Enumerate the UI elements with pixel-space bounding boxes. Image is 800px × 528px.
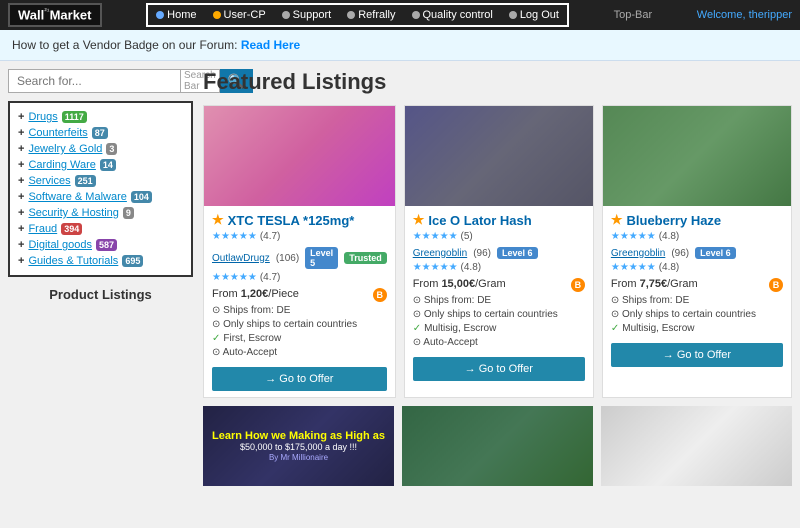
card-bud: ★ Blueberry Haze ★★★★★ (4.8) Greengoblin… <box>602 105 792 398</box>
detail-auto-xtc: ⊙ Auto-Accept <box>212 347 387 358</box>
card-xtc: ★ XTC TESLA *125mg* ★★★★★ (4.7) OutlawDr… <box>203 105 396 398</box>
go-button-hash[interactable]: → Go to Offer <box>413 357 585 381</box>
category-guides[interactable]: + Guides & Tutorials 695 <box>18 253 183 269</box>
detail-ships-bud: ⊙ Ships from: DE <box>611 295 783 306</box>
star-icon: ★ <box>611 212 623 228</box>
category-box: + Drugs 1117 + Counterfeits 87 + Jewelry… <box>8 101 193 277</box>
card-body-bud: ★ Blueberry Haze ★★★★★ (4.8) Greengoblin… <box>603 206 791 397</box>
top-bar: Wall²¹Market Home User-CP Support Refral… <box>0 0 800 30</box>
nav-quality[interactable]: Quality control <box>404 5 501 25</box>
bottom-card-white <box>601 406 792 486</box>
card-hash: ★ Ice O Lator Hash ★★★★★ (5) Greengoblin… <box>404 105 594 398</box>
bottom-card-green <box>402 406 593 486</box>
bottom-image-row: Learn How we Making as High as $50,000 t… <box>203 406 792 486</box>
detail-auto-hash: ⊙ Auto-Accept <box>413 337 585 348</box>
content: Featured Listings ★ XTC TESLA *125mg* ★★… <box>203 69 792 486</box>
nav-home[interactable]: Home <box>148 5 204 25</box>
star-icon: ★ <box>413 212 425 228</box>
go-button-xtc[interactable]: → Go to Offer <box>212 367 387 391</box>
card-body-xtc: ★ XTC TESLA *125mg* ★★★★★ (4.7) OutlawDr… <box>204 206 395 397</box>
card-image-bud <box>603 106 791 206</box>
search-bar: Search Bar 🔍 <box>8 69 193 93</box>
price-row-xtc: From 1,20€/Piece B <box>212 288 387 302</box>
username: theripper <box>749 9 792 21</box>
escrow-icon-hash: B <box>571 278 585 292</box>
detail-ships-hash: ⊙ Ships from: DE <box>413 295 585 306</box>
seller-stars-hash: ★★★★★ (4.8) <box>413 262 585 273</box>
banner-link[interactable]: Read Here <box>241 38 300 52</box>
detail-escrow-bud: ✓ Multisig, Escrow <box>611 323 783 334</box>
card-title-bud: ★ Blueberry Haze <box>611 212 783 228</box>
detail-ships2-bud: ⊙ Only ships to certain countries <box>611 309 783 320</box>
detail-ships-xtc: ⊙ Ships from: DE <box>212 305 387 316</box>
escrow-icon-bud: B <box>769 278 783 292</box>
stars-row-hash: ★★★★★ (5) <box>413 231 585 242</box>
detail-ships2-xtc: ⊙ Only ships to certain countries <box>212 319 387 330</box>
go-button-bud[interactable]: → Go to Offer <box>611 343 783 367</box>
escrow-icon-xtc: B <box>373 288 387 302</box>
price-row-hash: From 15,00€/Gram B <box>413 278 585 292</box>
nav-support[interactable]: Support <box>274 5 340 25</box>
nav-logout[interactable]: Log Out <box>501 5 567 25</box>
nav-links: Home User-CP Support Refrally Quality co… <box>146 3 569 27</box>
price-row-bud: From 7,75€/Gram B <box>611 278 783 292</box>
stars-row-bud: ★★★★★ (4.8) <box>611 231 783 242</box>
card-image-hash <box>405 106 593 206</box>
banner: How to get a Vendor Badge on our Forum: … <box>0 30 800 61</box>
detail-escrow-xtc: ✓ First, Escrow <box>212 333 387 344</box>
category-fraud[interactable]: + Fraud 394 <box>18 221 183 237</box>
logout-icon <box>509 11 517 19</box>
seller-link-bud[interactable]: Greengoblin <box>611 248 665 259</box>
user-icon <box>213 11 221 19</box>
nav-user-cp[interactable]: User-CP <box>205 5 274 25</box>
trusted-badge-xtc: Trusted <box>344 252 387 264</box>
welcome-text: Welcome, theripper <box>697 9 792 21</box>
card-title-hash: ★ Ice O Lator Hash <box>413 212 585 228</box>
category-counterfeits[interactable]: + Counterfeits 87 <box>18 125 183 141</box>
product-listings-title: Product Listings <box>8 287 193 302</box>
seller-link-xtc[interactable]: OutlawDrugz <box>212 253 270 264</box>
featured-cards-row: ★ XTC TESLA *125mg* ★★★★★ (4.7) OutlawDr… <box>203 105 792 398</box>
category-software[interactable]: + Software & Malware 104 <box>18 189 183 205</box>
card-image-xtc <box>204 106 395 206</box>
category-security[interactable]: + Security & Hosting 9 <box>18 205 183 221</box>
category-digital[interactable]: + Digital goods 587 <box>18 237 183 253</box>
home-icon <box>156 11 164 19</box>
nav-refrally[interactable]: Refrally <box>339 5 403 25</box>
seller-link-hash[interactable]: Greengoblin <box>413 248 467 259</box>
category-services[interactable]: + Services 251 <box>18 173 183 189</box>
sidebar: Search Bar 🔍 + Drugs 1117 + Counterfeits… <box>8 69 193 486</box>
star-icon: ★ <box>212 212 224 228</box>
category-jewelry[interactable]: + Jewelry & Gold 3 <box>18 141 183 157</box>
seller-row-hash: Greengoblin (96) Level 6 <box>413 247 585 259</box>
seller-stars-xtc: ★★★★★ (4.7) <box>212 272 387 283</box>
quality-icon <box>412 11 420 19</box>
logo: Wall²¹Market <box>8 3 102 26</box>
level-badge-bud: Level 6 <box>695 247 736 259</box>
category-carding[interactable]: + Carding Ware 14 <box>18 157 183 173</box>
seller-row-bud: Greengoblin (96) Level 6 <box>611 247 783 259</box>
search-input[interactable] <box>8 69 181 93</box>
stars-row-xtc: ★★★★★ (4.7) <box>212 231 387 242</box>
refrally-icon <box>347 11 355 19</box>
category-drugs[interactable]: + Drugs 1117 <box>18 109 183 125</box>
seller-stars-bud: ★★★★★ (4.8) <box>611 262 783 273</box>
detail-escrow-hash: ✓ Multisig, Escrow <box>413 323 585 334</box>
main-layout: Search Bar 🔍 + Drugs 1117 + Counterfeits… <box>0 61 800 494</box>
support-icon <box>282 11 290 19</box>
featured-title: Featured Listings <box>203 69 792 95</box>
bottom-card-ad: Learn How we Making as High as $50,000 t… <box>203 406 394 486</box>
level-badge-hash: Level 6 <box>497 247 538 259</box>
detail-ships2-hash: ⊙ Only ships to certain countries <box>413 309 585 320</box>
seller-row-xtc: OutlawDrugz (106) Level 5 Trusted <box>212 247 387 269</box>
banner-text: How to get a Vendor Badge on our Forum: <box>12 38 237 52</box>
topbar-label: Top-Bar <box>614 9 653 21</box>
level-badge-xtc: Level 5 <box>305 247 338 269</box>
card-body-hash: ★ Ice O Lator Hash ★★★★★ (5) Greengoblin… <box>405 206 593 397</box>
card-title-xtc: ★ XTC TESLA *125mg* <box>212 212 387 228</box>
